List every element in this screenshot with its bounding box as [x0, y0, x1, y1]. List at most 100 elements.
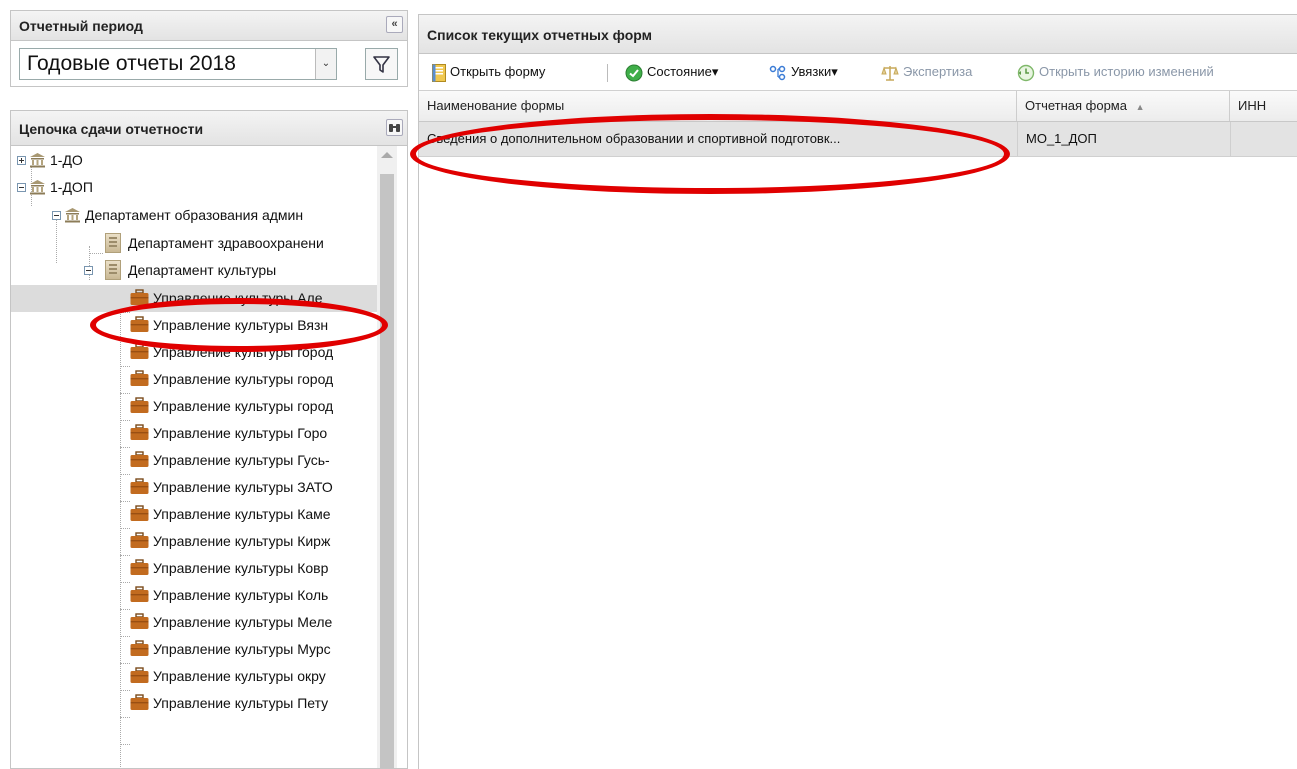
- briefcase-icon: [130, 694, 149, 710]
- tree-node-dept-education[interactable]: Департамент образования админ: [11, 202, 377, 229]
- tree-node-culture-office[interactable]: Управление культуры ЗАТО: [11, 474, 377, 501]
- forms-panel: Список текущих отчетных форм Открыть фор…: [418, 14, 1297, 769]
- column-header-form-name[interactable]: Наименование формы: [419, 91, 1017, 121]
- tree-node-culture-office[interactable]: Управление культуры Каме: [11, 501, 377, 528]
- forms-panel-title: Список текущих отчетных форм: [427, 27, 653, 43]
- expertise-button[interactable]: Экспертиза: [881, 54, 972, 90]
- briefcase-icon: [130, 451, 149, 467]
- building-icon: [105, 233, 121, 253]
- briefcase-icon: [130, 289, 149, 305]
- collapse-icon[interactable]: [17, 183, 26, 192]
- check-circle-icon: [625, 64, 643, 82]
- tree-node-label: Управление культуры город: [153, 371, 334, 387]
- tree-node-label: Управление культуры Кирж: [153, 533, 331, 549]
- table-row[interactable]: Сведения о дополнительном образовании и …: [419, 122, 1297, 157]
- tree-node-culture-office[interactable]: Управление культуры Пету: [11, 690, 377, 717]
- briefcase-icon: [130, 640, 149, 656]
- column-header-label: Отчетная форма: [1025, 98, 1127, 113]
- tree-node-label: Управление культуры город: [153, 398, 334, 414]
- form-icon: [432, 63, 446, 82]
- period-select-value: Годовые отчеты 2018: [27, 52, 236, 75]
- left-panel: Отчетный период « Годовые отчеты 2018 ⌄ …: [10, 10, 408, 769]
- chevron-down-icon[interactable]: ⌄: [315, 49, 336, 79]
- column-header-label: Наименование формы: [427, 98, 565, 113]
- tree-node-label: Управление культуры ЗАТО: [153, 479, 333, 495]
- period-panel-title: Отчетный период: [19, 18, 143, 34]
- briefcase-icon: [130, 559, 149, 575]
- tree-node-label: 1-ДОП: [50, 179, 93, 195]
- tree-node-culture-office[interactable]: Управление культуры Але: [11, 285, 377, 312]
- tree-node-culture-office[interactable]: Управление культуры город: [11, 366, 377, 393]
- tree-node-label: Управление культуры Вязн: [153, 317, 329, 333]
- tree-node-label: Управление культуры город: [153, 344, 334, 360]
- tree-node-label: Департамент здравоохранени: [128, 235, 324, 251]
- expand-icon[interactable]: [17, 156, 26, 165]
- briefcase-icon: [130, 532, 149, 548]
- briefcase-icon: [130, 586, 149, 602]
- filter-button[interactable]: [365, 48, 398, 80]
- collapse-icon[interactable]: [52, 211, 61, 220]
- briefcase-icon: [130, 343, 149, 359]
- column-header-inn[interactable]: ИНН: [1230, 91, 1297, 121]
- tree-node-label: Управление культуры окру: [153, 668, 326, 684]
- bank-icon: [65, 208, 80, 223]
- links-label: Увязки: [791, 64, 832, 79]
- scroll-up-icon[interactable]: [381, 152, 393, 158]
- tree-node-culture-office[interactable]: Управление культуры Вязн: [11, 312, 377, 339]
- scrollbar-thumb[interactable]: [380, 174, 394, 768]
- cell-inn: [1230, 122, 1297, 156]
- bank-icon: [30, 153, 45, 168]
- tree-node-culture-office[interactable]: Управление культуры город: [11, 393, 377, 420]
- tree-node-culture-office[interactable]: Управление культуры город: [11, 339, 377, 366]
- links-icon: [769, 65, 786, 80]
- chevron-down-icon: ▾: [831, 64, 838, 79]
- links-menu-button[interactable]: Увязки▾: [769, 54, 838, 90]
- chain-panel-header: Цепочка сдачи отчетности: [10, 110, 408, 146]
- tree-node-1-do[interactable]: 1-ДО: [11, 147, 377, 174]
- chevron-down-icon: ▾: [711, 64, 719, 79]
- funnel-icon: [373, 56, 390, 73]
- tree-node-label: Управление культуры Меле: [153, 614, 333, 630]
- tree-node-label: Управление культуры Каме: [153, 506, 331, 522]
- tree-node-culture-office[interactable]: Управление культуры Коль: [11, 582, 377, 609]
- tree-node-dept-health[interactable]: Департамент здравоохранени: [11, 230, 377, 257]
- tree-node-culture-office[interactable]: Управление культуры окру: [11, 663, 377, 690]
- tree-node-label: Департамент образования админ: [85, 207, 304, 223]
- tree-node-culture-office[interactable]: Управление культуры Меле: [11, 609, 377, 636]
- briefcase-icon: [130, 424, 149, 440]
- forms-panel-header: Список текущих отчетных форм: [419, 14, 1297, 54]
- period-select[interactable]: Годовые отчеты 2018 ⌄: [19, 48, 337, 80]
- period-panel-header: Отчетный период «: [10, 10, 408, 41]
- tree-scrollbar[interactable]: [377, 146, 397, 768]
- double-chevron-left-icon[interactable]: «: [386, 16, 403, 33]
- tree-node-culture-office[interactable]: Управление культуры Кирж: [11, 528, 377, 555]
- binoculars-icon[interactable]: [386, 119, 403, 136]
- tree-node-culture-office[interactable]: Управление культуры Мурс: [11, 636, 377, 663]
- open-form-label: Открыть форму: [450, 64, 546, 79]
- open-history-button[interactable]: Открыть историю изменений: [1017, 54, 1214, 90]
- briefcase-icon: [130, 397, 149, 413]
- tree-node-label: Управление культуры Пету: [153, 695, 329, 711]
- tree-node-culture-office[interactable]: Управление культуры Гусь-: [11, 447, 377, 474]
- tree-node-label: Управление культуры Коль: [153, 587, 329, 603]
- tree-node-dept-culture[interactable]: Департамент культуры: [11, 257, 377, 284]
- open-form-button[interactable]: Открыть форму: [432, 54, 545, 90]
- toolbar: Открыть форму Состояние▾ Увязки▾ Эксперт…: [419, 54, 1297, 91]
- column-header-report-form[interactable]: Отчетная форма ▲: [1017, 91, 1230, 121]
- chain-panel-body: 1-ДО 1-ДОП Департамент образования админ…: [10, 146, 408, 769]
- collapse-icon[interactable]: [84, 266, 93, 275]
- tree-node-label: Управление культуры Мурс: [153, 641, 331, 657]
- tree-node-label: 1-ДО: [50, 152, 83, 168]
- briefcase-icon: [130, 613, 149, 629]
- history-icon: [1017, 64, 1035, 81]
- tree-node-culture-office[interactable]: Управление культуры Горо: [11, 420, 377, 447]
- tree-node-label: Департамент культуры: [128, 262, 277, 278]
- period-panel-body: Годовые отчеты 2018 ⌄: [10, 41, 408, 87]
- grid-header: Наименование формы Отчетная форма ▲ ИНН: [419, 91, 1297, 122]
- expertise-label: Экспертиза: [903, 64, 973, 79]
- tree-node-1-dop[interactable]: 1-ДОП: [11, 174, 377, 201]
- tree-node-culture-office[interactable]: Управление культуры Ковр: [11, 555, 377, 582]
- briefcase-icon: [130, 667, 149, 683]
- tree-node-label: Управление культуры Гусь-: [153, 452, 330, 468]
- state-menu-button[interactable]: Состояние▾: [625, 54, 718, 90]
